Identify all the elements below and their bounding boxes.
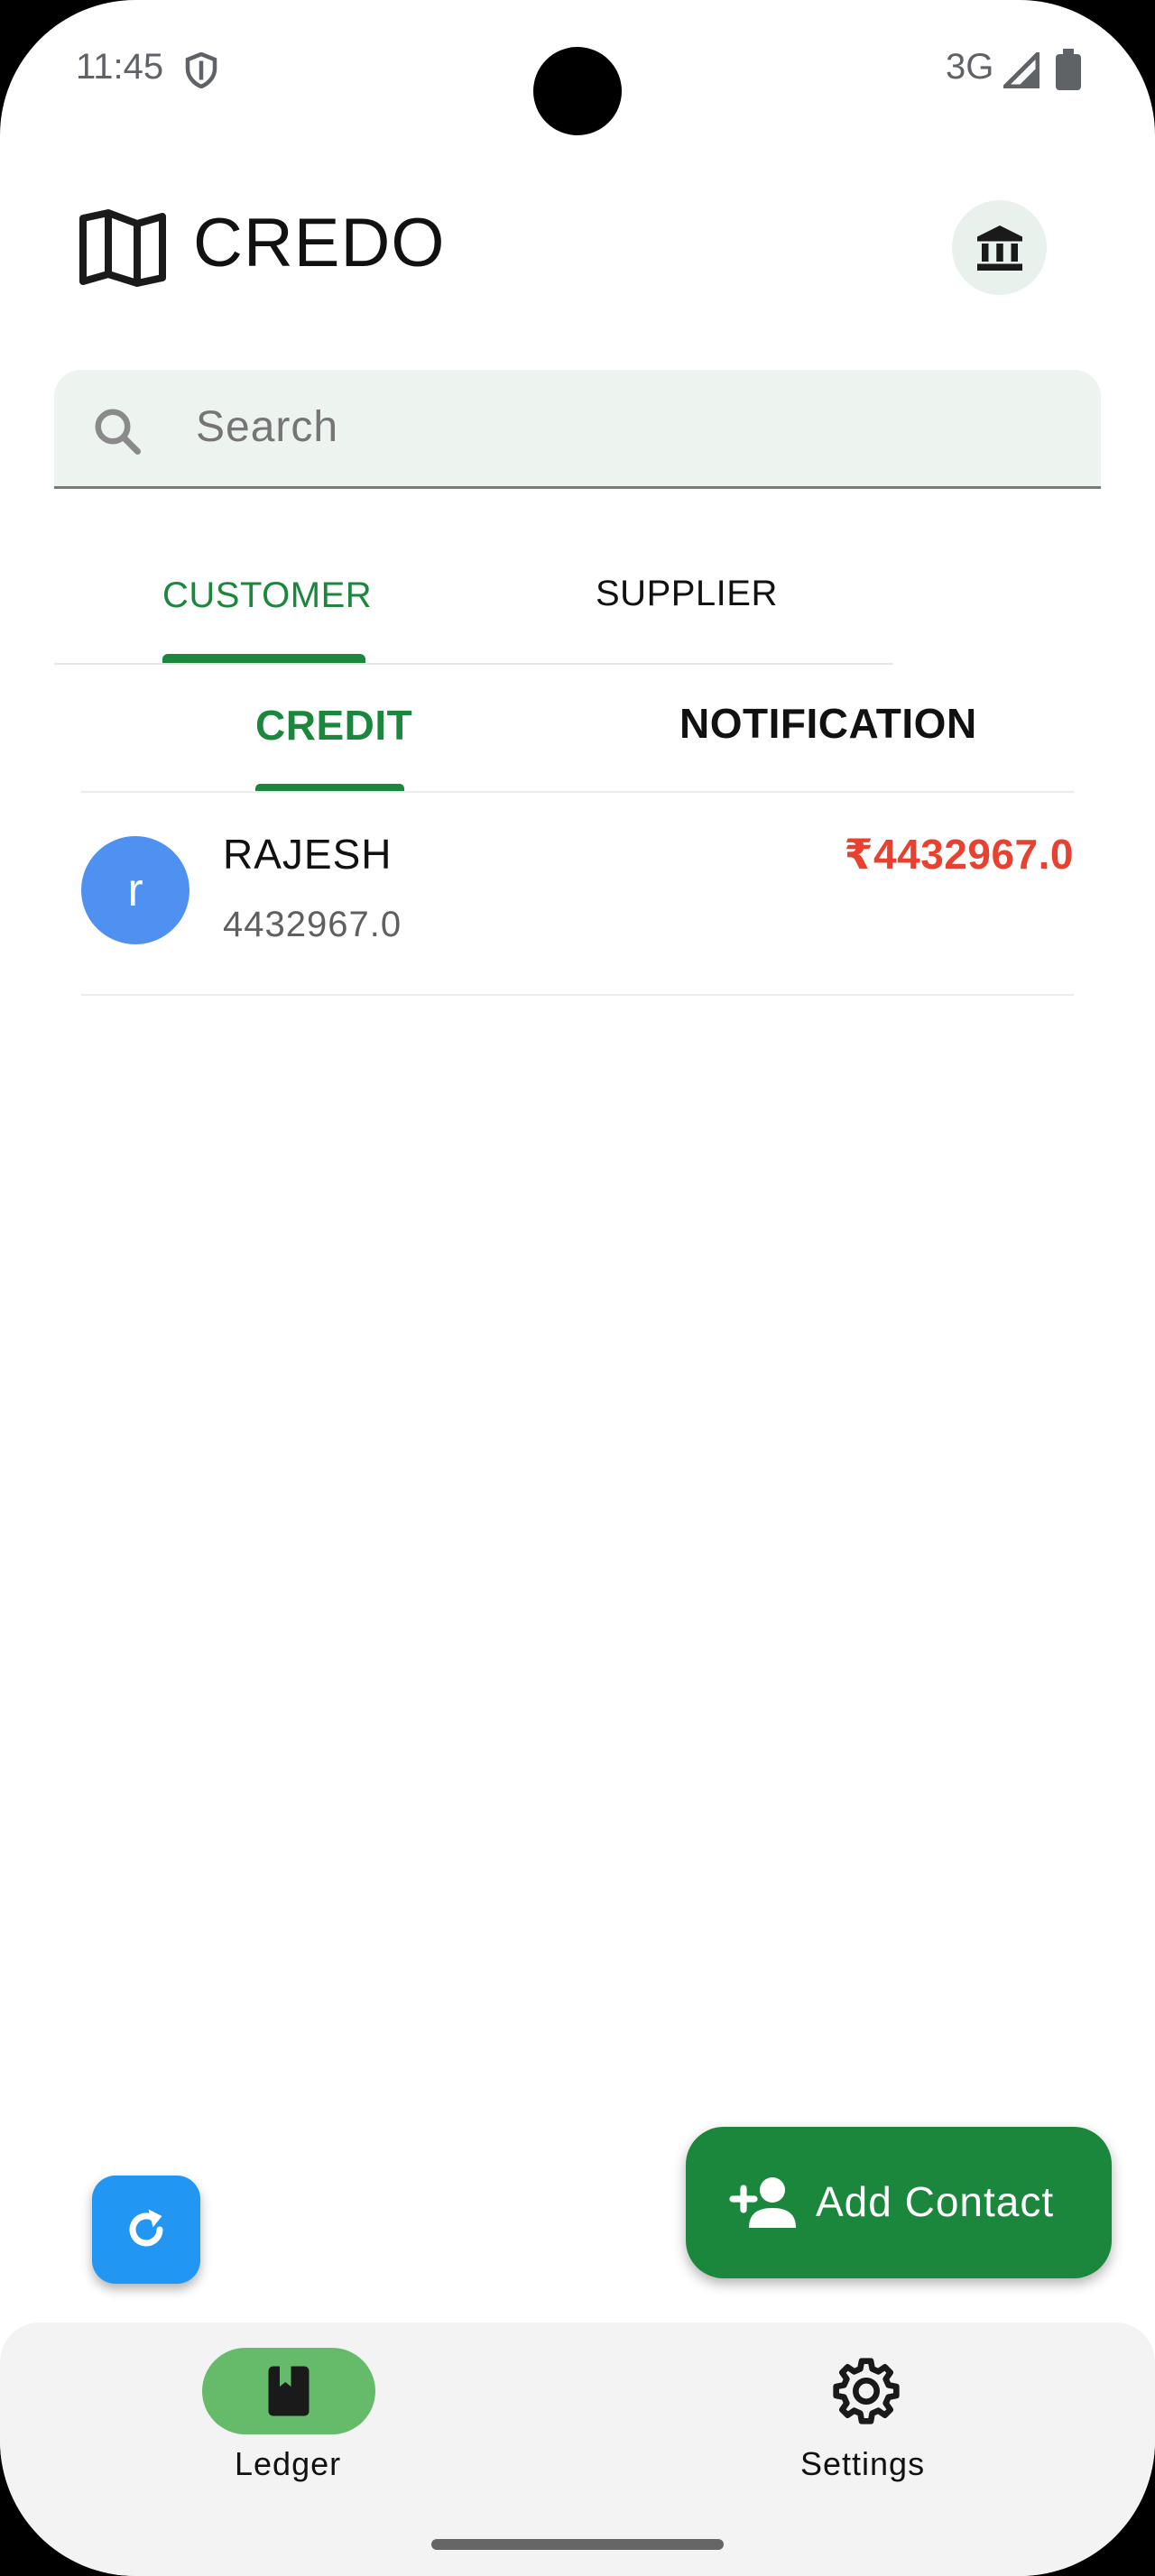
- nav-label-ledger[interactable]: Ledger: [235, 2445, 341, 2483]
- main-tabs: CUSTOMER SUPPLIER: [54, 532, 893, 665]
- nav-label-settings[interactable]: Settings: [800, 2445, 925, 2483]
- add-person-icon: [729, 2177, 796, 2228]
- tab-supplier[interactable]: SUPPLIER: [596, 574, 778, 614]
- home-indicator[interactable]: [431, 2539, 724, 2550]
- sub-tabs: CREDIT NOTIFICATION: [81, 663, 1074, 793]
- app-title: CREDO: [193, 205, 446, 281]
- book-icon: [268, 2366, 310, 2416]
- search-bar[interactable]: [54, 370, 1101, 489]
- status-time: 11:45: [76, 47, 164, 87]
- battery-icon: [1056, 49, 1081, 90]
- search-input[interactable]: [196, 402, 1008, 452]
- shield-icon: [185, 52, 217, 88]
- app-screen: 11:45 3G CREDO CUST: [0, 0, 1155, 2576]
- camera-cutout: [533, 47, 622, 135]
- tab-customer[interactable]: CUSTOMER: [162, 575, 372, 616]
- bank-button[interactable]: [952, 200, 1047, 295]
- list-item[interactable]: r RAJESH 4432967.0 ₹4432967.0: [81, 791, 1074, 996]
- tab-credit[interactable]: CREDIT: [255, 701, 412, 750]
- search-icon: [95, 409, 141, 455]
- refresh-icon: [129, 2209, 163, 2247]
- customer-balance: 4432967.0: [223, 905, 402, 944]
- customer-name: RAJESH: [223, 831, 393, 878]
- bank-icon: [976, 225, 1022, 271]
- refresh-button[interactable]: [92, 2176, 200, 2284]
- network-type: 3G: [946, 47, 994, 87]
- add-contact-button[interactable]: Add Contact: [686, 2127, 1112, 2278]
- book-open-icon: [79, 209, 166, 287]
- bottom-nav: Ledger Settings: [0, 2323, 1155, 2576]
- signal-icon: [1003, 52, 1040, 88]
- tab-indicator: [162, 654, 365, 663]
- customer-amount: ₹4432967.0: [844, 831, 1074, 878]
- avatar: r: [81, 836, 189, 944]
- add-contact-label: Add Contact: [816, 2178, 1055, 2225]
- tab-notification[interactable]: NOTIFICATION: [679, 699, 977, 748]
- sub-tab-indicator: [255, 784, 404, 791]
- nav-item-ledger[interactable]: [202, 2348, 375, 2434]
- gear-icon[interactable]: [830, 2355, 902, 2427]
